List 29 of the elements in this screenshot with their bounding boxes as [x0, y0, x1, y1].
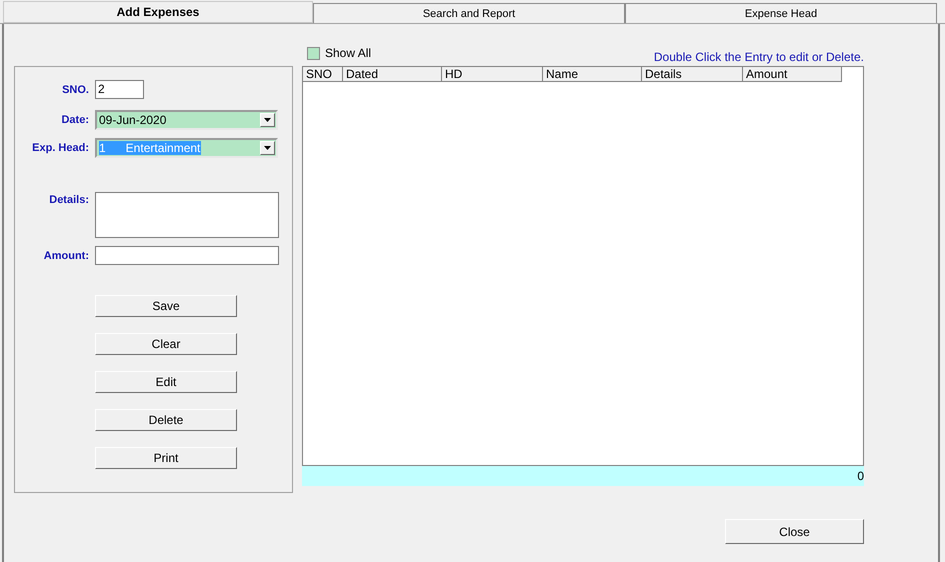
total-value: 0: [857, 469, 864, 483]
field-label: Details:: [48, 193, 90, 206]
column-header[interactable]: Name: [543, 67, 642, 82]
column-header[interactable]: Amount: [743, 67, 842, 82]
column-header[interactable]: Details: [642, 67, 743, 82]
show-all-checkbox[interactable]: [307, 46, 320, 60]
tab[interactable]: Add Expenses: [3, 1, 313, 23]
tab[interactable]: Search and Report: [313, 3, 625, 23]
entries-table[interactable]: SNO Dated HD Name Details Amount: [302, 66, 864, 466]
date-dropdown[interactable]: 09-Jun-2020: [95, 110, 278, 130]
action-button[interactable]: Print: [95, 447, 237, 469]
field-label: SNO.: [61, 84, 90, 96]
column-header[interactable]: HD: [442, 67, 543, 82]
amount-field[interactable]: [95, 246, 279, 265]
field-label: Date:: [60, 114, 90, 126]
action-button[interactable]: Edit: [95, 371, 237, 393]
column-header[interactable]: SNO: [303, 67, 343, 82]
field-label: Amount:: [42, 250, 90, 262]
field-label: Exp. Head:: [31, 142, 90, 154]
action-button[interactable]: Clear: [95, 333, 237, 355]
column-header[interactable]: Dated: [343, 67, 442, 82]
details-field[interactable]: [95, 192, 279, 238]
checkbox-label: Show All: [325, 46, 372, 60]
action-button[interactable]: Delete: [95, 409, 237, 431]
tab[interactable]: Expense Head: [625, 3, 937, 23]
close-button[interactable]: Close: [725, 519, 864, 544]
hint-text: Double Click the Entry to edit or Delete.: [654, 50, 864, 64]
action-button[interactable]: Save: [95, 295, 237, 317]
sno-field[interactable]: 2: [95, 80, 144, 99]
